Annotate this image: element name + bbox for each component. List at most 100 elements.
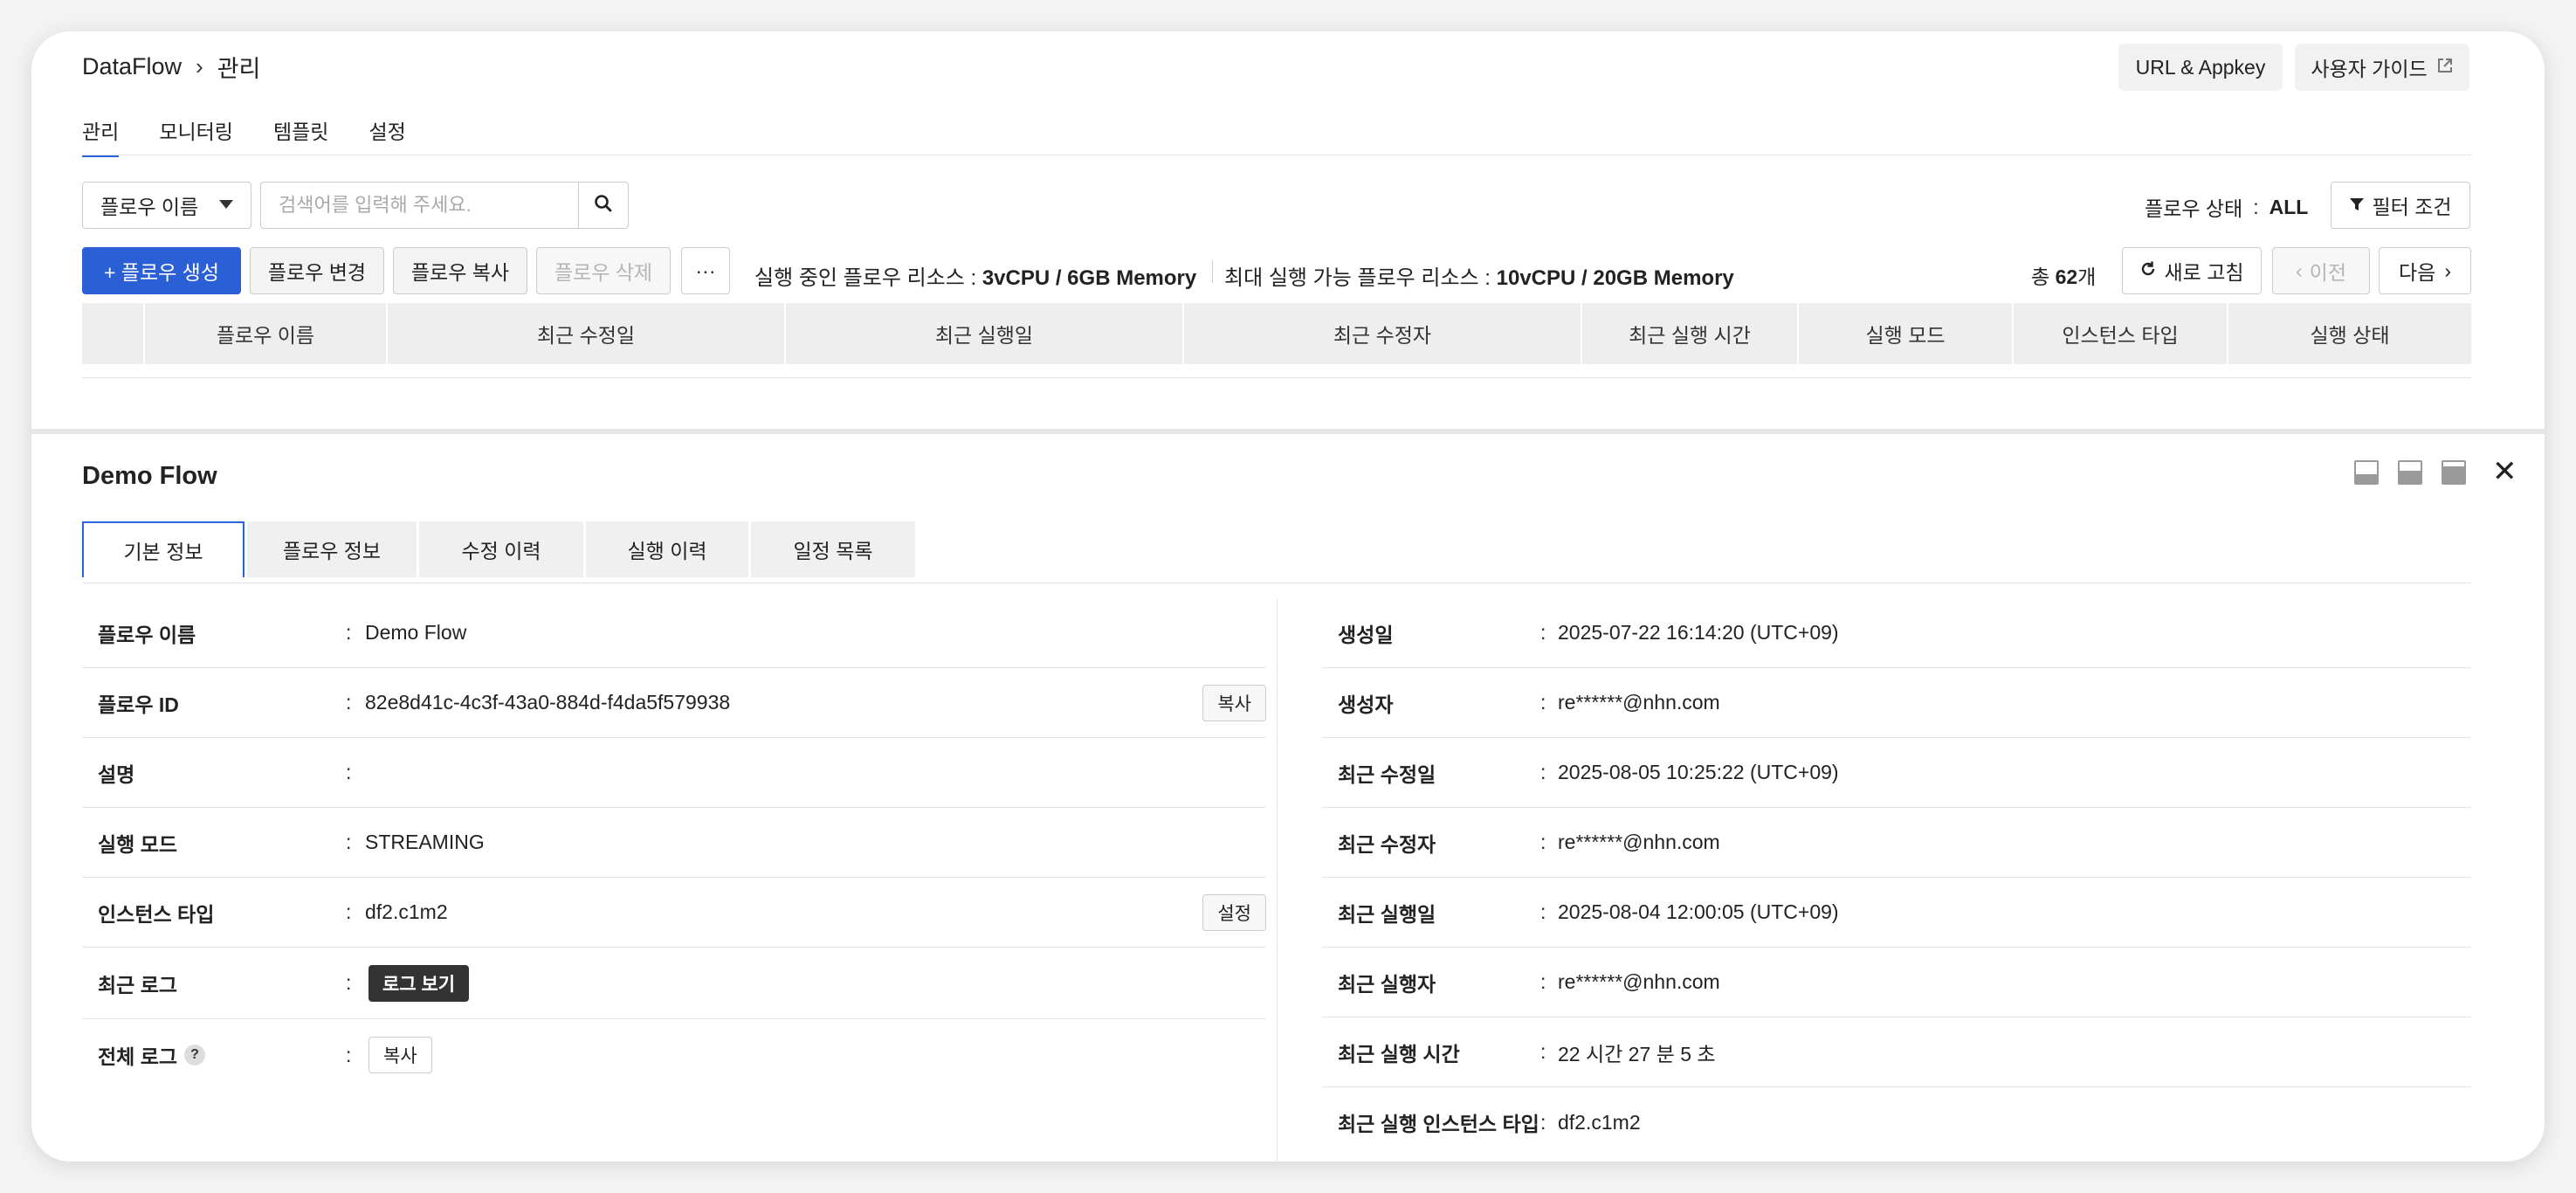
copy-all-logs-button[interactable]: 복사 — [368, 1037, 432, 1073]
header-flow-name[interactable]: 플로우 이름 — [145, 303, 388, 364]
create-flow-button[interactable]: + 플로우 생성 — [82, 247, 241, 294]
instance-settings-button[interactable]: 설정 — [1202, 893, 1266, 931]
info-row-created-at: 생성일 : 2025-07-22 16:14:20 (UTC+09) — [1322, 598, 2471, 668]
info-row-last-modifier: 최근 수정자 : re******@nhn.com — [1322, 808, 2471, 878]
copy-flow-button[interactable]: 플로우 복사 — [393, 247, 527, 294]
info-row-flow-name: 플로우 이름 : Demo Flow — [82, 598, 1266, 668]
app-window: DataFlow › 관리 URL & Appkey 사용자 가이드 관리 모니… — [31, 31, 2545, 1162]
info-row-description: 설명 : — [82, 738, 1266, 808]
tab-templates[interactable]: 템플릿 — [273, 110, 328, 154]
info-row-all-logs: 전체 로그 ? : 복사 — [82, 1019, 1266, 1091]
search-field-value: 플로우 이름 — [100, 196, 199, 218]
flow-status-value: ALL — [2269, 195, 2309, 218]
tab-edit-history[interactable]: 수정 이력 — [419, 521, 583, 577]
panel-large-icon[interactable] — [2442, 460, 2466, 485]
close-icon[interactable]: ✕ — [2492, 457, 2517, 486]
detail-title: Demo Flow — [82, 462, 217, 490]
table-header: 플로우 이름 최근 수정일 최근 실행일 최근 수정자 최근 실행 시간 실행 … — [82, 303, 2471, 364]
header-run-status[interactable]: 실행 상태 — [2228, 303, 2471, 364]
header-instance-type[interactable]: 인스턴스 타입 — [2014, 303, 2228, 364]
user-guide-button[interactable]: 사용자 가이드 — [2295, 44, 2469, 91]
tab-manage[interactable]: 관리 — [82, 110, 120, 157]
info-value: df2.c1m2 — [365, 900, 448, 923]
help-icon[interactable]: ? — [184, 1045, 206, 1065]
chevron-right-icon: › — [196, 52, 203, 79]
filter-button[interactable]: 필터 조건 — [2331, 182, 2470, 229]
info-row-last-modified: 최근 수정일 : 2025-08-05 10:25:22 (UTC+09) — [1322, 738, 2471, 808]
breadcrumb-root[interactable]: DataFlow — [82, 53, 182, 80]
detail-panel: Demo Flow ✕ 기본 정보 플로우 정보 수정 이력 실행 이력 일정 … — [31, 434, 2545, 1162]
url-appkey-label: URL & Appkey — [2135, 55, 2266, 79]
filter-icon — [2349, 194, 2365, 217]
user-guide-label: 사용자 가이드 — [2311, 58, 2428, 80]
caret-down-icon — [219, 200, 233, 209]
max-resources-label: 최대 실행 가능 플로우 리소스 : — [1224, 266, 1491, 290]
running-resources: 실행 중인 플로우 리소스 : 3vCPU / 6GB Memory — [754, 260, 1196, 291]
panel-medium-icon[interactable] — [2398, 460, 2422, 485]
info-value: 2025-08-05 10:25:22 (UTC+09) — [1558, 761, 1839, 783]
running-resources-value: 3vCPU / 6GB Memory — [981, 266, 1197, 290]
header-last-modifier[interactable]: 최근 수정자 — [1184, 303, 1582, 364]
more-actions-button[interactable]: ··· — [681, 247, 730, 294]
header-last-run-time[interactable]: 최근 실행 시간 — [1582, 303, 1799, 364]
max-resources: 최대 실행 가능 플로우 리소스 : 10vCPU / 20GB Memory — [1224, 260, 1734, 291]
list-section: DataFlow › 관리 URL & Appkey 사용자 가이드 관리 모니… — [31, 31, 2545, 429]
search-field-select[interactable]: 플로우 이름 — [82, 182, 251, 229]
tab-settings[interactable]: 설정 — [368, 110, 405, 154]
info-row-last-run-instance: 최근 실행 인스턴스 타입 : df2.c1m2 — [1322, 1087, 2471, 1157]
view-log-button[interactable]: 로그 보기 — [368, 964, 470, 1002]
info-value: STREAMING — [365, 831, 485, 853]
tab-basic-info[interactable]: 기본 정보 — [82, 521, 245, 577]
flow-status: 플로우 상태 : ALL — [2145, 192, 2308, 222]
info-label: 최근 수정일 — [1338, 762, 1436, 786]
tab-run-history[interactable]: 실행 이력 — [586, 521, 748, 577]
info-value: re******@nhn.com — [1558, 970, 1720, 993]
total-suffix: 개 — [2077, 265, 2097, 288]
change-flow-button[interactable]: 플로우 변경 — [250, 247, 384, 294]
total-number: 62 — [2055, 265, 2078, 288]
refresh-icon — [2139, 259, 2157, 283]
search-icon — [594, 194, 613, 217]
info-row-recent-log: 최근 로그 : 로그 보기 — [82, 948, 1266, 1019]
info-label: 최근 실행일 — [1338, 902, 1436, 926]
info-row-creator: 생성자 : re******@nhn.com — [1322, 668, 2471, 738]
refresh-label: 새로 고침 — [2164, 261, 2244, 284]
info-value: 82e8d41c-4c3f-43a0-884d-f4da5f579938 — [365, 691, 731, 714]
info-label: 최근 실행 시간 — [1338, 1042, 1460, 1065]
header-last-run[interactable]: 최근 실행일 — [786, 303, 1184, 364]
header-last-modified[interactable]: 최근 수정일 — [388, 303, 786, 364]
info-value: 22 시간 27 분 5 초 — [1558, 1042, 1716, 1065]
max-resources-value: 10vCPU / 20GB Memory — [1496, 266, 1734, 290]
total-count: 총 62개 — [2031, 260, 2096, 290]
panel-size-controls — [2354, 460, 2466, 485]
info-row-last-runner: 최근 실행자 : re******@nhn.com — [1322, 948, 2471, 1017]
delete-flow-label: 플로우 삭제 — [554, 261, 653, 284]
info-label: 플로우 ID — [98, 693, 179, 716]
chevron-right-icon: › — [2444, 259, 2451, 282]
change-flow-label: 플로우 변경 — [267, 261, 367, 284]
tab-flow-info[interactable]: 플로우 정보 — [247, 521, 417, 577]
search-button[interactable] — [578, 182, 629, 229]
delete-flow-button[interactable]: 플로우 삭제 — [536, 247, 671, 294]
tab-schedule-list[interactable]: 일정 목록 — [751, 521, 915, 577]
info-label: 설명 — [98, 762, 135, 786]
info-label: 최근 실행자 — [1338, 972, 1436, 996]
refresh-button[interactable]: 새로 고침 — [2122, 247, 2262, 294]
info-label: 실행 모드 — [98, 832, 178, 856]
header-checkbox-column — [82, 303, 145, 364]
search-input[interactable] — [260, 182, 578, 229]
more-icon: ··· — [695, 259, 716, 282]
filter-label: 필터 조건 — [2372, 196, 2452, 218]
header-run-mode[interactable]: 실행 모드 — [1799, 303, 2014, 364]
info-row-last-run: 최근 실행일 : 2025-08-04 12:00:05 (UTC+09) — [1322, 878, 2471, 948]
breadcrumb: DataFlow › 관리 — [82, 51, 260, 82]
url-appkey-button[interactable]: URL & Appkey — [2118, 44, 2283, 91]
next-page-button[interactable]: 다음 › — [2379, 247, 2471, 294]
info-label: 최근 로그 — [98, 973, 178, 996]
panel-small-icon[interactable] — [2354, 460, 2379, 485]
prev-page-button[interactable]: ‹ 이전 — [2272, 247, 2370, 294]
external-link-icon — [2436, 57, 2454, 79]
basic-info-left: 플로우 이름 : Demo Flow 플로우 ID : 82e8d41c-4c3… — [82, 598, 1266, 1091]
tab-monitoring[interactable]: 모니터링 — [159, 110, 233, 154]
copy-flow-id-button[interactable]: 복사 — [1202, 684, 1266, 721]
